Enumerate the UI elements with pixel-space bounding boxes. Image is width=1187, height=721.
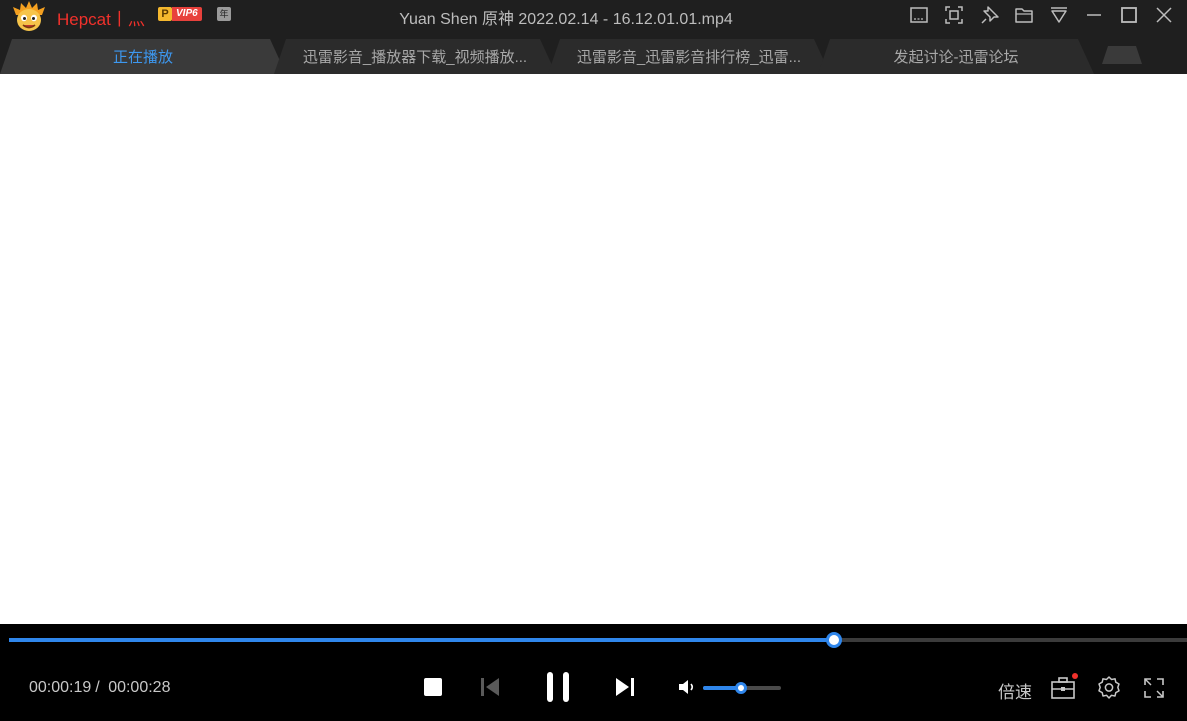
volume-slider[interactable]: [703, 682, 781, 694]
control-bar: 00:00:19/ 00:00:28 倍速: [0, 624, 1187, 721]
volume-button[interactable]: [677, 677, 699, 697]
vip-level: VIP6: [172, 7, 202, 21]
volume-handle[interactable]: [735, 682, 748, 694]
username[interactable]: Hepcat丨灬: [57, 5, 145, 30]
main-menu-icon[interactable]: [1048, 4, 1070, 26]
pause-button[interactable]: [543, 670, 573, 704]
tab-forum[interactable]: 发起讨论-迅雷论坛: [818, 39, 1094, 74]
progress-handle[interactable]: [825, 632, 842, 648]
pin-icon[interactable]: [979, 4, 1001, 26]
stop-icon: [424, 678, 442, 696]
mini-mode-icon[interactable]: [908, 4, 930, 26]
settings-button[interactable]: [1096, 675, 1122, 701]
speaker-icon: [679, 680, 694, 694]
total-time: 00:00:28: [108, 679, 171, 696]
time-display: 00:00:19/ 00:00:28: [29, 679, 170, 697]
tab-now-playing[interactable]: 正在播放: [0, 39, 286, 74]
screenshot-icon[interactable]: [943, 4, 965, 26]
year-badge: 年: [217, 7, 231, 21]
title-bar: Hepcat丨灬 P VIP6 年 Yuan Shen 原神 2022.02.1…: [0, 0, 1187, 36]
video-area[interactable]: [0, 74, 1187, 624]
fullscreen-button[interactable]: [1142, 676, 1166, 700]
current-time: 00:00:19: [29, 679, 92, 696]
tab-label: 迅雷影音_播放器下载_视频播放...: [302, 49, 528, 66]
tab-label: 正在播放: [112, 49, 173, 66]
stop-button[interactable]: [421, 675, 445, 699]
maximize-icon[interactable]: [1118, 4, 1140, 26]
gear-icon: [1098, 676, 1120, 699]
fullscreen-icon: [1144, 678, 1164, 698]
next-icon: [616, 678, 634, 696]
previous-button[interactable]: [478, 675, 502, 699]
user-avatar[interactable]: [12, 1, 46, 32]
new-tab-button[interactable]: [1102, 46, 1142, 64]
close-icon[interactable]: [1153, 4, 1175, 26]
playback-speed-button[interactable]: 倍速: [998, 678, 1032, 703]
tab-label: 迅雷影音_迅雷影音排行榜_迅雷...: [576, 49, 802, 66]
vip-letter: P: [158, 7, 172, 21]
tab-rankings[interactable]: 迅雷影音_迅雷影音排行榜_迅雷...: [548, 39, 830, 74]
notification-dot: [1072, 673, 1078, 679]
toolbox-icon: [1051, 677, 1075, 699]
next-button[interactable]: [613, 675, 637, 699]
vip-badge[interactable]: P VIP6: [158, 7, 202, 21]
open-folder-icon[interactable]: [1013, 4, 1035, 26]
tab-label: 发起讨论-迅雷论坛: [893, 49, 1019, 66]
minimize-icon[interactable]: [1083, 4, 1105, 26]
toolbox-button[interactable]: [1050, 675, 1076, 701]
progress-bar[interactable]: [9, 632, 1187, 648]
time-separator: /: [95, 679, 100, 696]
progress-fill: [9, 638, 834, 642]
window-title: Yuan Shen 原神 2022.02.14 - 16.12.01.01.mp…: [399, 11, 733, 28]
tab-player-download[interactable]: 迅雷影音_播放器下载_视频播放...: [274, 39, 556, 74]
pause-icon: [547, 672, 569, 702]
previous-icon: [481, 678, 499, 696]
